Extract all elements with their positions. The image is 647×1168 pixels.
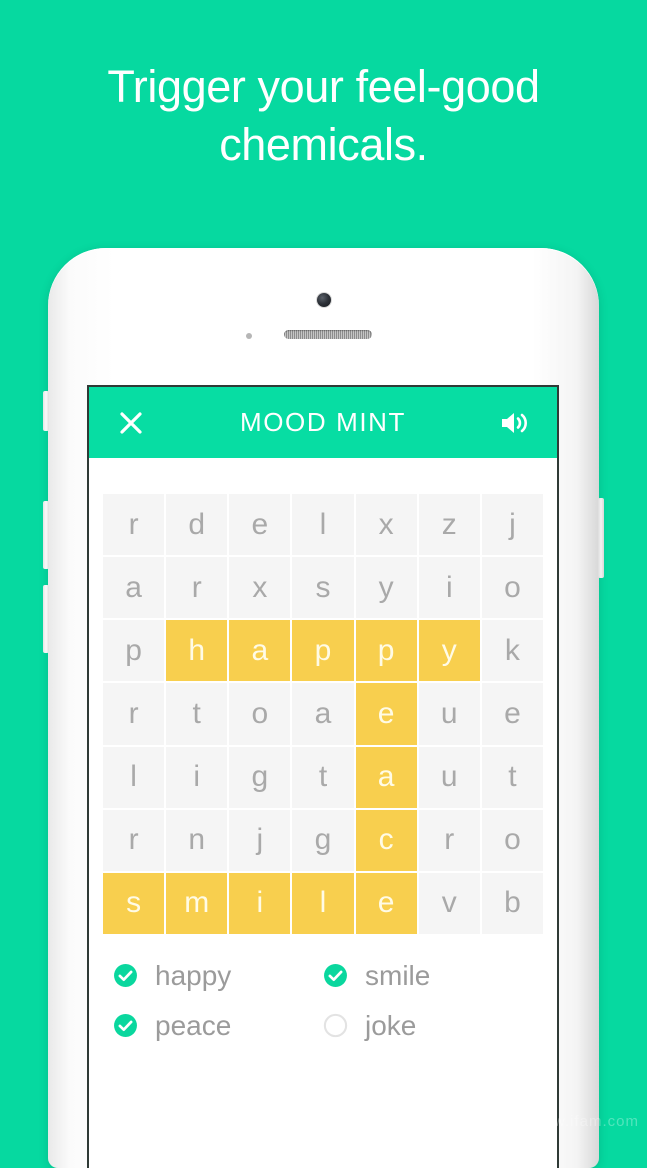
grid-cell-r6-c4[interactable]: g [292,809,354,871]
grid-cell-r2-c5[interactable]: y [355,557,417,619]
grid-cell-r7-c6[interactable]: v [418,872,480,934]
grid-cell-r1-c7[interactable]: j [481,494,543,556]
grid-cell-r6-c2[interactable]: n [166,809,228,871]
phone-device: MOOD MINT rdelxzjarxsyiophappykrtoaeueli… [43,248,604,1168]
app-header: MOOD MINT [89,387,557,458]
word-item-joke[interactable]: joke [323,1009,533,1041]
grid-cell-r3-c5[interactable]: p [355,620,417,682]
word-item-smile[interactable]: smile [323,959,533,991]
grid-cell-r6-c1[interactable]: r [103,809,165,871]
mute-switch-button[interactable] [43,391,49,431]
grid-cell-r2-c2[interactable]: r [166,557,228,619]
speaker-on-icon[interactable] [495,403,535,443]
power-button[interactable] [598,498,604,578]
grid-cell-r3-c3[interactable]: a [229,620,291,682]
grid-cell-r4-c4[interactable]: a [292,683,354,745]
grid-cell-r5-c7[interactable]: t [481,746,543,808]
grid-cell-r3-c2[interactable]: h [166,620,228,682]
grid-cell-r1-c5[interactable]: x [355,494,417,556]
grid-cell-r7-c1[interactable]: s [103,872,165,934]
word-label: joke [365,1009,417,1041]
grid-cell-r2-c4[interactable]: s [292,557,354,619]
grid-cell-r1-c1[interactable]: r [103,494,165,556]
word-search-grid[interactable]: rdelxzjarxsyiophappykrtoaeueligtautrnjgc… [103,494,543,934]
grid-cell-r6-c6[interactable]: r [418,809,480,871]
word-search-grid-container: rdelxzjarxsyiophappykrtoaeueligtautrnjgc… [89,458,557,934]
grid-cell-r2-c3[interactable]: x [229,557,291,619]
grid-cell-r3-c6[interactable]: y [418,620,480,682]
grid-cell-r2-c6[interactable]: i [418,557,480,619]
page-title: Trigger your feel-good chemicals. [107,61,540,170]
word-item-happy[interactable]: happy [113,959,323,991]
grid-cell-r3-c1[interactable]: p [103,620,165,682]
grid-cell-r7-c3[interactable]: i [229,872,291,934]
volume-up-button[interactable] [43,501,49,569]
grid-cell-r5-c5[interactable]: a [355,746,417,808]
grid-cell-r5-c3[interactable]: g [229,746,291,808]
check-circle-icon[interactable] [113,1013,138,1038]
word-item-peace[interactable]: peace [113,1009,323,1041]
earpiece-speaker-icon [283,330,372,339]
grid-cell-r4-c7[interactable]: e [481,683,543,745]
word-label: happy [155,959,232,991]
grid-cell-r4-c2[interactable]: t [166,683,228,745]
volume-down-button[interactable] [43,585,49,653]
check-circle-icon[interactable] [323,963,348,988]
grid-cell-r7-c5[interactable]: e [355,872,417,934]
check-circle-icon[interactable] [113,963,138,988]
grid-cell-r2-c7[interactable]: o [481,557,543,619]
word-label: smile [365,959,431,991]
grid-cell-r4-c6[interactable]: u [418,683,480,745]
grid-cell-r7-c4[interactable]: l [292,872,354,934]
word-list: happy smile peace joke [89,934,557,1040]
grid-cell-r3-c7[interactable]: k [481,620,543,682]
grid-cell-r5-c2[interactable]: i [166,746,228,808]
grid-cell-r6-c7[interactable]: o [481,809,543,871]
grid-cell-r1-c2[interactable]: d [166,494,228,556]
grid-cell-r5-c1[interactable]: l [103,746,165,808]
close-x-icon[interactable] [111,403,151,443]
grid-cell-r2-c1[interactable]: a [103,557,165,619]
front-camera-icon [316,293,331,307]
empty-circle-icon[interactable] [323,1013,348,1038]
grid-cell-r1-c4[interactable]: l [292,494,354,556]
ambient-sensor-icon [245,333,252,339]
grid-cell-r1-c3[interactable]: e [229,494,291,556]
word-label: peace [155,1009,232,1041]
grid-cell-r6-c5[interactable]: c [355,809,417,871]
grid-cell-r3-c4[interactable]: p [292,620,354,682]
grid-cell-r7-c7[interactable]: b [481,872,543,934]
app-title: MOOD MINT [239,407,407,437]
watermark: www.ifam.com [530,1113,639,1130]
grid-cell-r5-c4[interactable]: t [292,746,354,808]
grid-cell-r1-c6[interactable]: z [418,494,480,556]
grid-cell-r5-c6[interactable]: u [418,746,480,808]
grid-cell-r4-c5[interactable]: e [355,683,417,745]
grid-cell-r7-c2[interactable]: m [166,872,228,934]
grid-cell-r4-c1[interactable]: r [103,683,165,745]
phone-screen: MOOD MINT rdelxzjarxsyiophappykrtoaeueli… [87,385,559,1168]
grid-cell-r4-c3[interactable]: o [229,683,291,745]
grid-cell-r6-c3[interactable]: j [229,809,291,871]
